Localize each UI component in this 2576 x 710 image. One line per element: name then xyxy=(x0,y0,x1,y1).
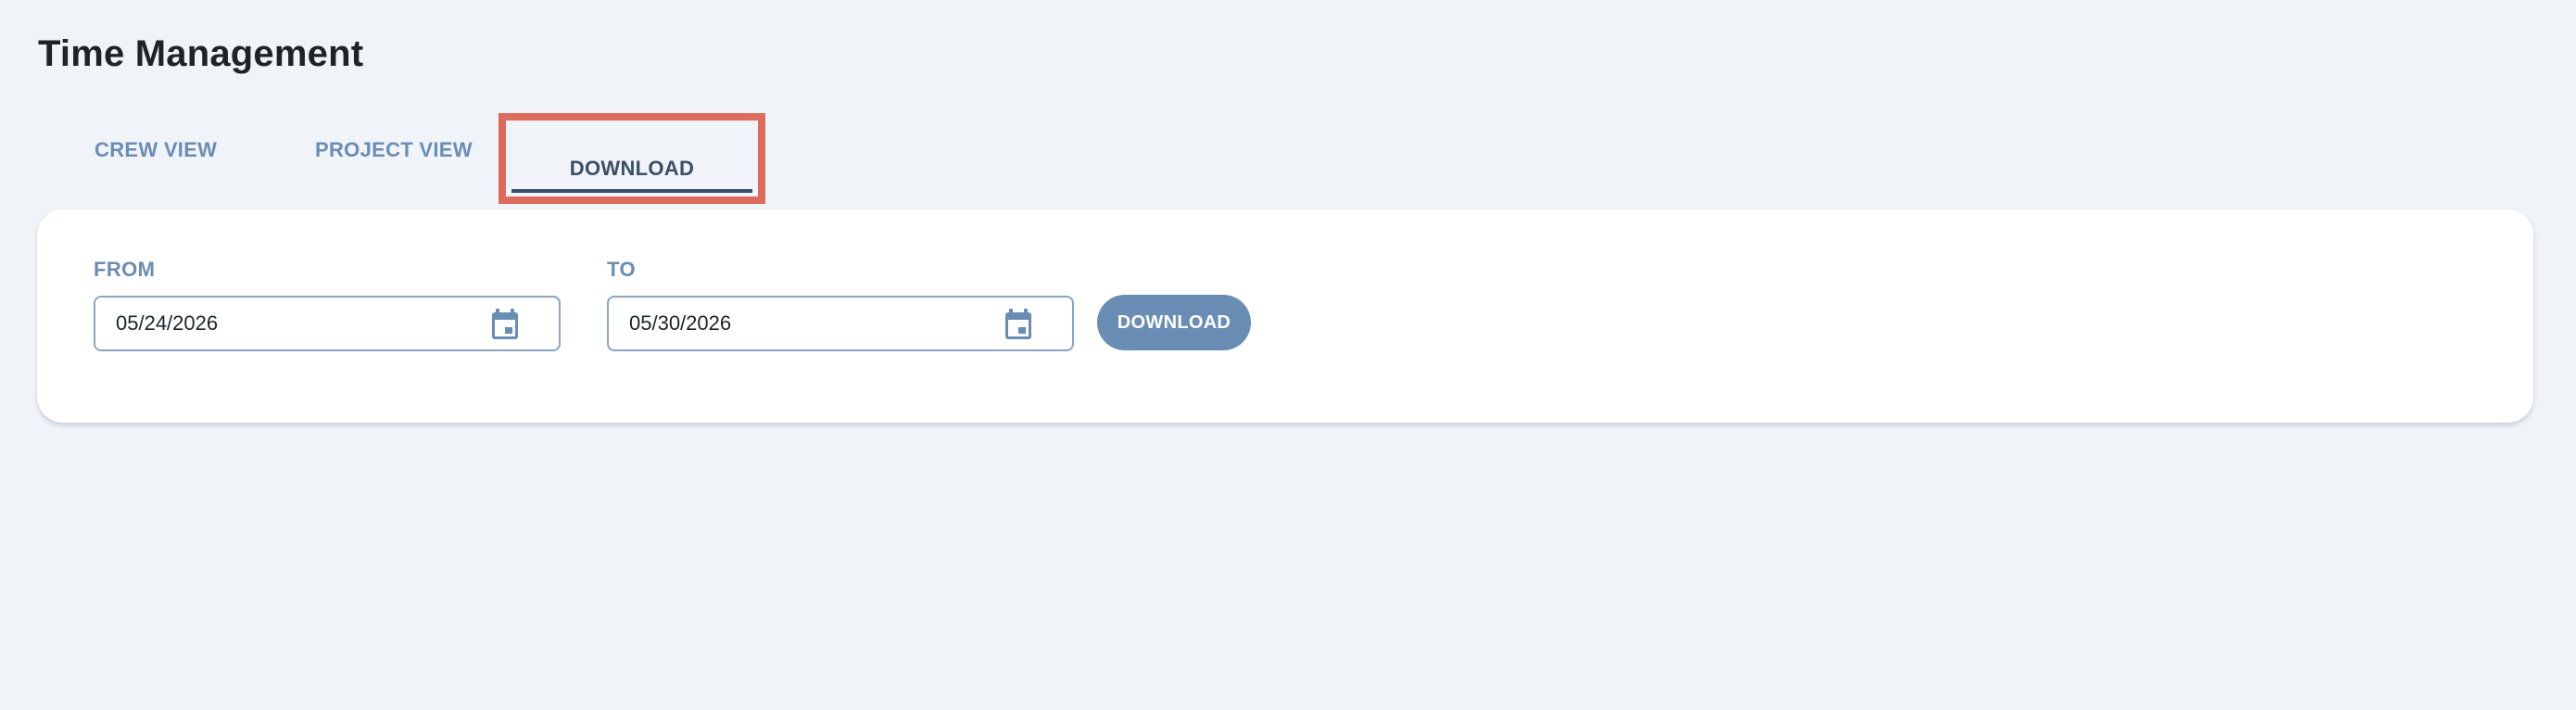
tab-download-label: DOWNLOAD xyxy=(569,157,695,180)
from-date-input[interactable]: 05/24/2026 xyxy=(94,296,561,351)
download-button[interactable]: DOWNLOAD xyxy=(1097,295,1251,350)
to-label: TO xyxy=(607,258,636,281)
to-date-input[interactable]: 05/30/2026 xyxy=(607,296,1074,351)
to-date-value: 05/30/2026 xyxy=(629,311,732,335)
tab-download[interactable]: DOWNLOAD xyxy=(499,113,765,204)
active-tab-indicator xyxy=(511,189,752,193)
tab-project-view[interactable]: PROJECT VIEW xyxy=(315,126,473,174)
tab-crew-view[interactable]: CREW VIEW xyxy=(95,126,217,174)
calendar-icon[interactable] xyxy=(1004,309,1033,340)
from-date-value: 05/24/2026 xyxy=(116,311,219,335)
download-panel: FROM 05/24/2026 TO 05/30/2026 DOWNLOAD xyxy=(37,209,2533,423)
from-label: FROM xyxy=(94,258,156,281)
page-title: Time Management xyxy=(38,33,364,74)
calendar-icon[interactable] xyxy=(490,309,520,340)
